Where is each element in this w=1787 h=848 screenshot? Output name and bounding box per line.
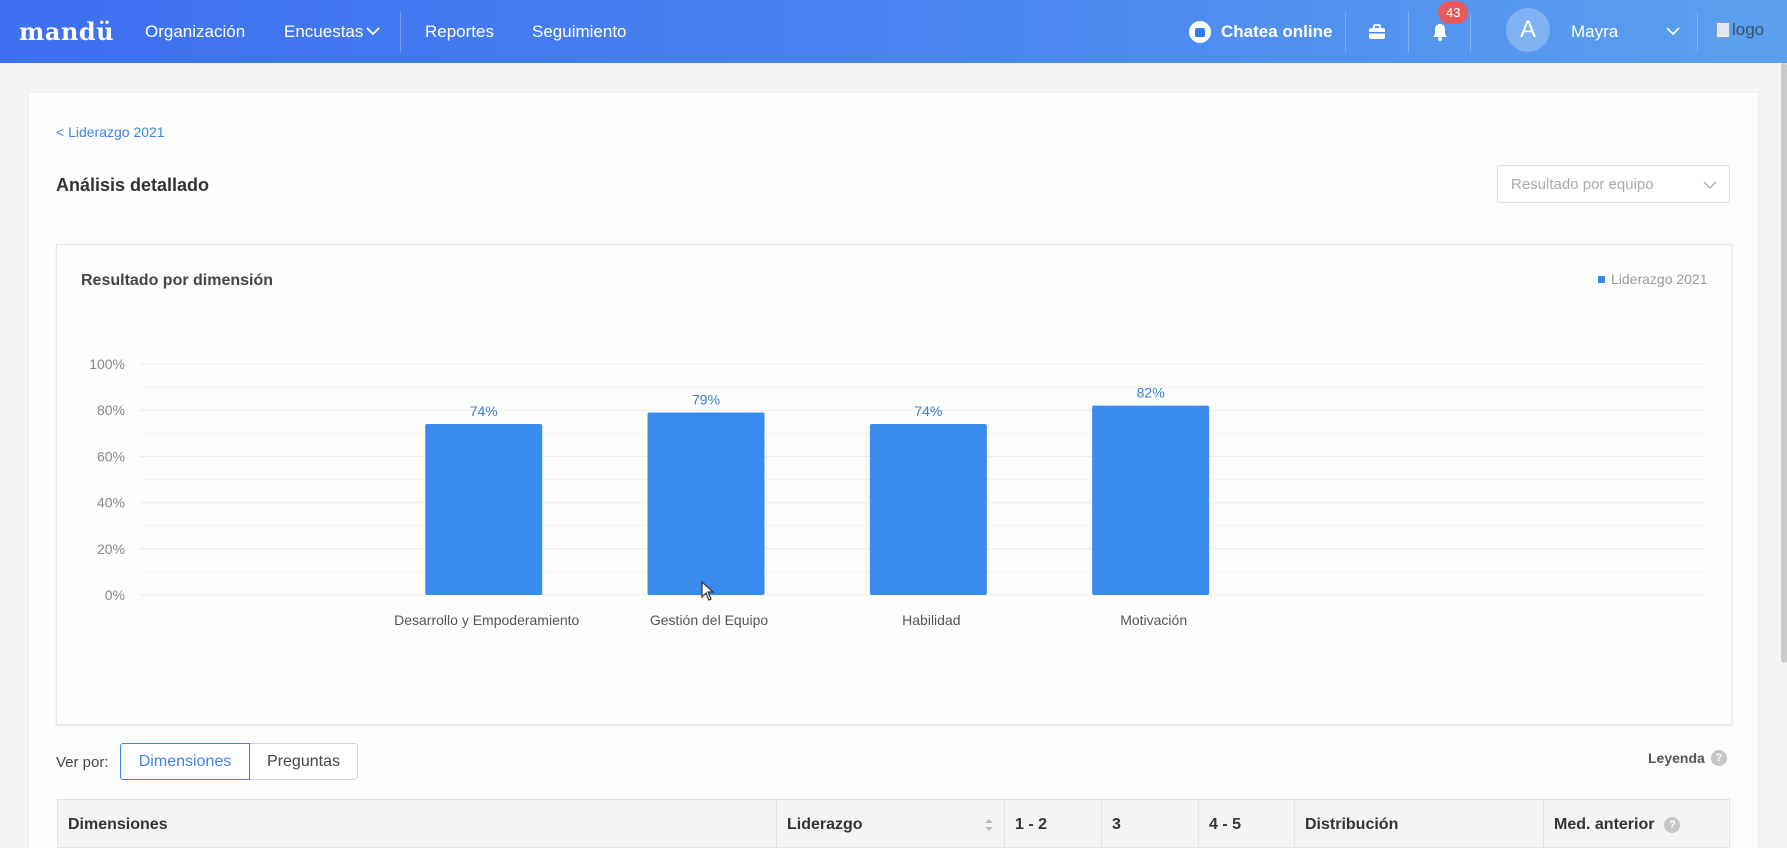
nav-divider	[1408, 12, 1409, 52]
mouse-cursor-icon	[701, 581, 715, 601]
brand-logo[interactable]: mandü	[19, 17, 114, 46]
y-tick-label: 40%	[97, 495, 125, 511]
chat-icon	[1189, 21, 1211, 43]
chart-legend[interactable]: Liderazgo 2021	[1598, 271, 1708, 287]
th-range-1-2[interactable]: 1 - 2	[1004, 800, 1101, 848]
chart-bar	[869, 424, 987, 595]
chevron-down-icon[interactable]	[1665, 23, 1681, 39]
bar-value-label: 79%	[692, 392, 720, 408]
view-by-label: Ver por:	[56, 754, 109, 771]
bar-value-label: 74%	[470, 403, 498, 419]
nav-seguimiento[interactable]: Seguimiento	[532, 22, 627, 42]
chart-bar	[1092, 405, 1210, 595]
top-navbar: mandü Organización Encuestas Reportes Se…	[0, 0, 1787, 63]
x-category-label: Motivación	[1120, 612, 1187, 628]
chart-bar	[647, 412, 765, 595]
nav-divider	[1697, 12, 1698, 52]
chat-online-button[interactable]: Chatea online	[1189, 21, 1332, 43]
chevron-down-icon	[1703, 181, 1717, 189]
notification-badge: 43	[1438, 1, 1469, 24]
team-result-select[interactable]: Resultado por equipo	[1497, 165, 1730, 203]
th-range-4-5[interactable]: 4 - 5	[1198, 800, 1294, 848]
th-liderazgo[interactable]: Liderazgo	[776, 800, 1004, 848]
scrollbar[interactable]	[1781, 63, 1787, 663]
user-name[interactable]: Mayra	[1571, 22, 1618, 42]
view-preguntas-button[interactable]: Preguntas	[249, 743, 358, 780]
y-tick-label: 0%	[105, 587, 125, 603]
x-category-label: Habilidad	[902, 612, 960, 628]
logo-alt-text: logo	[1732, 20, 1765, 39]
y-tick-label: 20%	[97, 541, 125, 557]
briefcase-icon[interactable]	[1367, 22, 1387, 42]
select-placeholder: Resultado por equipo	[1511, 176, 1654, 193]
help-icon: ?	[1710, 750, 1727, 766]
th-distribucion[interactable]: Distribución	[1294, 800, 1543, 848]
nav-divider	[400, 12, 401, 52]
th-med-anterior[interactable]: Med. anterior ?	[1543, 800, 1731, 848]
nav-organizacion[interactable]: Organización	[145, 22, 245, 42]
legend-link-label: Leyenda	[1648, 750, 1705, 766]
nav-divider	[1345, 12, 1346, 52]
table-header: Dimensiones Liderazgo 1 - 2 3 4 - 5 Dist…	[57, 799, 1730, 848]
nav-reportes[interactable]: Reportes	[425, 22, 494, 42]
chevron-down-icon[interactable]	[365, 23, 381, 39]
page-title: Análisis detallado	[56, 175, 210, 195]
bar-chart: 0% 20% 40% 60% 80% 100% 74% Desarrollo y Empode…	[89, 356, 1705, 628]
bar-value-label: 74%	[914, 403, 942, 419]
th-range-3[interactable]: 3	[1101, 800, 1198, 848]
view-dimensiones-button[interactable]: Dimensiones	[120, 743, 250, 780]
chart-bar	[425, 424, 543, 595]
nav-encuestas[interactable]: Encuestas	[284, 22, 363, 42]
avatar[interactable]: A	[1506, 8, 1550, 52]
bar-value-label: 82%	[1137, 385, 1165, 401]
chart-title: Resultado por dimensión	[81, 272, 274, 289]
legend-label: Liderazgo 2021	[1611, 271, 1708, 287]
chat-label: Chatea online	[1221, 22, 1333, 41]
th-dimensiones[interactable]: Dimensiones	[58, 800, 776, 848]
y-tick-label: 80%	[97, 402, 125, 418]
broken-image-icon	[1716, 22, 1730, 38]
y-tick-label: 100%	[89, 356, 125, 372]
sort-icon[interactable]	[984, 818, 994, 832]
bell-icon[interactable]	[1430, 22, 1450, 42]
x-category-label: Gestión del Equipo	[650, 612, 769, 628]
legend-help-link[interactable]: Leyenda ?	[1648, 750, 1727, 766]
y-tick-label: 60%	[97, 448, 125, 464]
nav-divider	[1470, 12, 1471, 52]
legend-swatch	[1598, 275, 1605, 283]
company-logo: logo	[1716, 20, 1764, 40]
back-link[interactable]: < Liderazgo 2021	[56, 124, 165, 140]
x-category-label: Desarrollo y Empoderamiento	[394, 612, 579, 628]
help-icon[interactable]: ?	[1664, 816, 1681, 833]
